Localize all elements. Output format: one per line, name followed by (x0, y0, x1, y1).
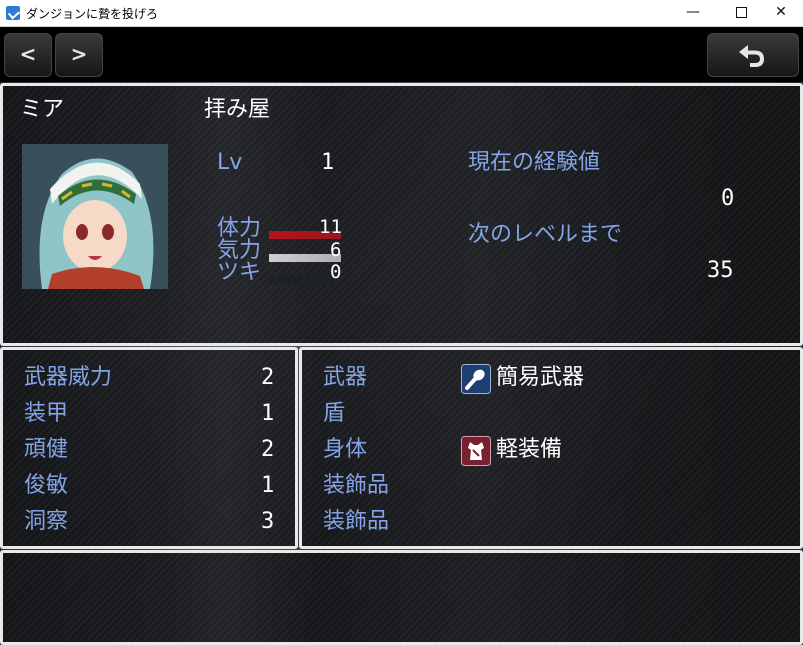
actor-class: 拝み屋 (204, 97, 271, 122)
light-armor-icon (461, 436, 491, 466)
param-label: 装甲 (24, 401, 69, 426)
param-value: 2 (261, 365, 275, 390)
back-button[interactable] (707, 33, 799, 77)
actor-face-image (22, 144, 168, 289)
luck-label: ツキ (217, 260, 262, 285)
exp-value: 0 (721, 186, 735, 211)
next-level-label: 次のレベルまで (468, 222, 623, 247)
param-label: 武器威力 (24, 365, 113, 390)
param-label: 俊敏 (24, 473, 69, 498)
luck-value: 0 (330, 261, 342, 283)
equip-slot-label: 盾 (323, 401, 346, 426)
level-value: 1 (321, 150, 335, 175)
param-value: 1 (261, 401, 275, 426)
equip-item-name: 簡易武器 (496, 365, 585, 390)
back-arrow-icon (739, 45, 764, 67)
equip-slot-label: 装飾品 (323, 473, 390, 498)
close-button[interactable]: ✕ (758, 0, 803, 26)
equip-slot-label: 装飾品 (323, 509, 390, 534)
app-icon (6, 6, 20, 20)
equipment-window: 武器 簡易武器 盾 身体 軽装備 装飾品 装飾品 (299, 347, 803, 549)
next-actor-button[interactable]: > (55, 33, 103, 77)
club-weapon-icon (461, 364, 491, 394)
game-screen: < > ミア 拝み屋 Lv 1 現在の経験値 0 次のレベルまで 35 体力 1… (0, 27, 803, 645)
level-label: Lv (217, 150, 243, 175)
param-value: 2 (261, 437, 275, 462)
param-value: 1 (261, 473, 275, 498)
previous-actor-button[interactable]: < (4, 33, 52, 77)
actor-name: ミア (20, 97, 65, 122)
exp-label: 現在の経験値 (468, 150, 601, 175)
maximize-icon (735, 6, 747, 18)
status-window: ミア 拝み屋 Lv 1 現在の経験値 0 次のレベルまで 35 体力 11 気力… (0, 83, 803, 346)
parameters-window: 武器威力 2 装甲 1 頑健 2 俊敏 1 洞察 3 (0, 347, 298, 549)
next-level-value: 35 (707, 258, 734, 283)
minimize-button[interactable]: — (670, 0, 716, 26)
param-value: 3 (261, 509, 275, 534)
window-title: ダンジョンに贄を投げろ (26, 7, 159, 21)
equip-slot-label: 身体 (323, 437, 368, 462)
top-button-bar: < > (0, 27, 803, 82)
help-window (0, 550, 803, 645)
equip-slot-label: 武器 (323, 365, 368, 390)
param-label: 頑健 (24, 437, 69, 462)
actor-face-portrait (22, 144, 168, 289)
equip-item-name: 軽装備 (496, 437, 563, 462)
param-label: 洞察 (24, 509, 69, 534)
window-titlebar: ダンジョンに贄を投げろ — ✕ (0, 0, 803, 27)
